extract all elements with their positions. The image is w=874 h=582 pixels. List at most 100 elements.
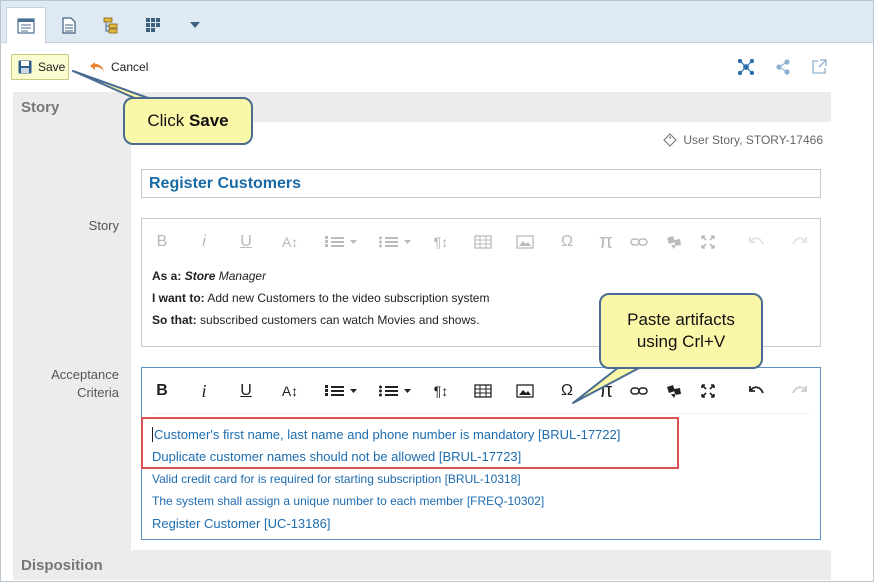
item-type-text: User Story, STORY-17466 <box>683 133 823 147</box>
ac-font-size-icon: A↕ <box>281 383 299 399</box>
grid-icon <box>146 18 160 32</box>
acceptance-label-line-2: Criteria <box>77 385 119 400</box>
undo-icon <box>749 237 764 245</box>
ac-fullscreen-button[interactable] <box>696 368 720 414</box>
story-section-title: Story <box>21 98 60 116</box>
ordered-list-button[interactable] <box>320 219 362 265</box>
image-button[interactable] <box>513 219 537 265</box>
tab-hierarchy[interactable] <box>91 7 131 43</box>
ac-link-icon <box>630 387 648 395</box>
ac-ordered-list-button[interactable] <box>320 368 362 414</box>
font-size-button[interactable]: A↕ <box>278 219 302 265</box>
save-button[interactable]: Save <box>11 54 69 80</box>
tab-more[interactable] <box>175 7 215 43</box>
story-field-label-text: Story <box>88 218 119 233</box>
cancel-button[interactable]: Cancel <box>89 57 148 77</box>
acceptance-criterion[interactable]: Valid credit card for is required for st… <box>152 472 521 486</box>
save-button-label: Save <box>38 60 66 74</box>
ac-paragraph-icon: ¶↕ <box>433 383 449 399</box>
document-icon <box>62 16 76 34</box>
italic-button[interactable]: i <box>192 219 216 265</box>
ac-bold-icon: B <box>156 382 168 399</box>
acceptance-label-line-1: Acceptance <box>51 367 119 382</box>
link-button[interactable] <box>627 219 651 265</box>
ac-bullet-list-icon <box>379 385 411 397</box>
undo-arrow-icon <box>90 62 104 72</box>
ac-undo-button[interactable] <box>745 368 769 414</box>
table-icon <box>474 235 492 249</box>
tab-form[interactable] <box>6 7 46 44</box>
ac-special-char-button[interactable]: Ω <box>555 368 579 414</box>
relations-button[interactable] <box>737 58 755 76</box>
story-field-label: Story <box>89 217 119 235</box>
item-type-indicator: User Story, STORY-17466 <box>663 133 823 147</box>
share-icon <box>776 59 790 75</box>
chevron-down-icon <box>190 22 200 28</box>
ac-expand-icon <box>701 384 715 398</box>
ac-italic-button[interactable]: i <box>192 368 216 414</box>
pi-icon: π <box>599 230 613 253</box>
network-icon <box>738 59 754 75</box>
share-button[interactable] <box>774 58 792 76</box>
ac-undo-icon <box>749 386 764 394</box>
ac-paragraph-button[interactable]: ¶↕ <box>429 368 453 414</box>
callout-click-text: Click <box>147 111 185 130</box>
ac-redo-icon <box>792 386 807 394</box>
table-button[interactable] <box>471 219 495 265</box>
italic-icon: i <box>202 233 206 250</box>
special-char-button[interactable]: Ω <box>555 219 579 265</box>
ac-image-button[interactable] <box>513 368 537 414</box>
ac-omega-icon: Ω <box>561 382 573 399</box>
underline-button[interactable]: U <box>234 219 258 265</box>
disposition-section-header[interactable]: Disposition <box>13 550 831 580</box>
as-a-value-2: Manager <box>218 269 267 283</box>
equation-button[interactable]: π <box>594 219 618 265</box>
want-value: Add new Customers to the video subscript… <box>207 291 490 305</box>
story-editor-toolbar: B i U A↕ ¶↕ Ω π <box>142 219 820 265</box>
callout-paste-line-2: using Crl+V <box>636 332 726 351</box>
story-as-a-line: As a: Store Manager <box>152 265 810 287</box>
tag-icon <box>663 133 678 147</box>
fullscreen-button[interactable] <box>696 219 720 265</box>
acceptance-criterion[interactable]: Register Customer [UC-13186] <box>152 516 330 531</box>
bold-button[interactable]: B <box>150 219 174 265</box>
ac-table-icon <box>474 384 492 398</box>
tab-document[interactable] <box>49 7 89 43</box>
bold-icon: B <box>156 233 168 250</box>
paragraph-icon: ¶↕ <box>433 234 449 250</box>
ac-image-icon <box>516 384 534 398</box>
tab-grid[interactable] <box>133 7 173 43</box>
ordered-list-icon <box>325 236 357 247</box>
undo-button[interactable] <box>745 219 769 265</box>
open-external-button[interactable] <box>810 58 828 76</box>
redo-button[interactable] <box>787 219 811 265</box>
ac-artifact-link-button[interactable] <box>662 368 686 414</box>
ac-equation-button[interactable]: π <box>594 368 618 414</box>
ac-redo-button[interactable] <box>787 368 811 414</box>
ac-link-button[interactable] <box>627 368 651 414</box>
item-editor-window: Save Cancel Story User Story, STORY-1746… <box>0 0 874 582</box>
paste-artifacts-callout: Paste artifacts using Crl+V <box>599 293 763 369</box>
ac-underline-button[interactable]: U <box>234 368 258 414</box>
ac-table-button[interactable] <box>471 368 495 414</box>
ac-bold-button[interactable]: B <box>150 368 174 414</box>
disposition-section-title: Disposition <box>21 556 103 574</box>
so-that-value: subscribed customers can watch Movies an… <box>200 313 480 327</box>
acceptance-criterion[interactable]: The system shall assign a unique number … <box>152 494 544 508</box>
bullet-list-button[interactable] <box>374 219 416 265</box>
ac-artifact-link-icon <box>667 385 681 398</box>
form-icon <box>17 18 35 34</box>
paragraph-button[interactable]: ¶↕ <box>429 219 453 265</box>
title-field[interactable]: Register Customers <box>141 169 821 198</box>
artifact-link-icon <box>667 236 681 249</box>
floppy-disk-icon <box>18 60 32 74</box>
ac-font-size-button[interactable]: A↕ <box>278 368 302 414</box>
as-a-label: As a: <box>152 269 182 283</box>
artifact-link-button[interactable] <box>662 219 686 265</box>
so-that-label: So that: <box>152 313 197 327</box>
redo-icon <box>792 237 807 245</box>
font-size-icon: A↕ <box>281 234 299 250</box>
image-icon <box>516 235 534 249</box>
click-save-callout: Click Save <box>123 97 253 145</box>
ac-bullet-list-button[interactable] <box>374 368 416 414</box>
